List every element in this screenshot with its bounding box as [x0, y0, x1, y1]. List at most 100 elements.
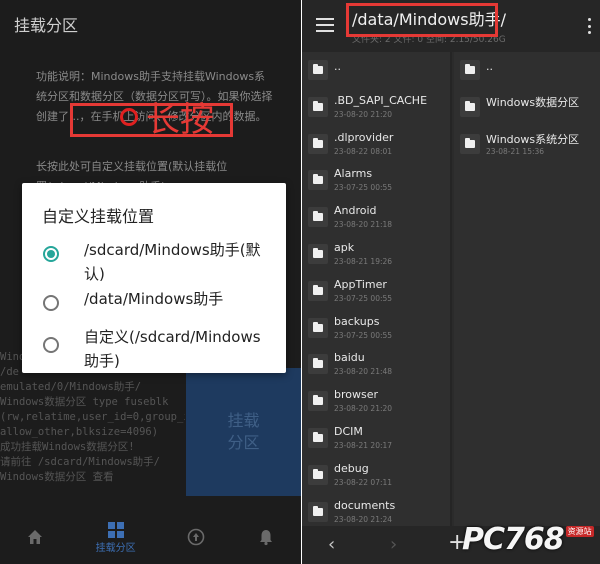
more-options-icon[interactable] [588, 18, 592, 34]
upload-icon [188, 528, 205, 546]
log-line: 成功挂载Windows数据分区! [0, 441, 135, 453]
item-date: 23-08-20 21:20 [334, 109, 393, 119]
page-title: 挂载分区 [14, 16, 79, 35]
folder-icon [308, 501, 328, 522]
list-item[interactable]: backups 23-07-25 00:55 [302, 310, 450, 347]
menu-icon[interactable] [316, 18, 334, 32]
mount-partition-button[interactable]: 挂载 分区 [186, 368, 301, 496]
item-date: 23-08-20 21:24 [334, 514, 393, 524]
mount-option-default[interactable]: /sdcard/Mindows助手(默认) [22, 238, 286, 288]
highlight-box [346, 3, 498, 37]
folder-icon [308, 317, 328, 338]
item-date: 23-07-25 00:55 [334, 183, 393, 193]
bottom-navigation: 挂载分区 [0, 510, 301, 564]
back-chevron-icon[interactable]: ‹ [328, 534, 335, 555]
mount-option-custom[interactable]: 自定义(/sdcard/Mindows助手) [22, 325, 286, 373]
folder-icon [308, 243, 328, 264]
forward-chevron-icon[interactable]: › [390, 534, 397, 555]
folder-icon [308, 391, 328, 412]
item-name: browser [334, 388, 379, 402]
folder-icon [308, 96, 328, 117]
item-date: 23-07-25 00:55 [334, 330, 393, 340]
folder-icon [308, 170, 328, 191]
folder-icon [308, 427, 328, 448]
radio-unchecked-icon[interactable] [43, 295, 59, 311]
item-date: 23-08-20 21:18 [334, 220, 393, 230]
folder-icon [308, 280, 328, 301]
list-item[interactable]: browser 23-08-20 21:20 [302, 383, 450, 420]
item-date: 23-08-22 07:11 [334, 477, 393, 487]
item-name: .. [334, 60, 341, 73]
folder-icon [460, 60, 480, 80]
item-date: 23-08-20 21:48 [334, 367, 393, 377]
list-item[interactable]: AppTimer 23-07-25 00:55 [302, 273, 450, 310]
item-name: backups [334, 314, 380, 328]
list-item[interactable]: Alarms 23-07-25 00:55 [302, 162, 450, 199]
folder-icon [308, 133, 328, 154]
dialog-title: 自定义挂载位置 [42, 207, 155, 226]
folder-icon [308, 354, 328, 375]
mount-button-line: 挂载 [227, 411, 260, 430]
mount-option-data[interactable]: /data/Mindows助手 [22, 287, 286, 323]
item-name: Android [334, 204, 377, 218]
nav-mount-partition[interactable]: 挂载分区 [96, 521, 136, 554]
nav-home[interactable] [26, 528, 44, 546]
item-date: 23-08-21 20:17 [334, 440, 393, 450]
item-name: .. [486, 60, 493, 73]
item-name: .BD_SAPI_CACHE [334, 93, 428, 107]
item-name: .dlprovider [334, 130, 394, 144]
item-name: documents [334, 498, 396, 512]
list-item[interactable]: documents 23-08-20 21:24 [302, 494, 450, 526]
log-line: Windows数据分区 type fuseblk [0, 396, 169, 408]
option-label: /data/Mindows助手 [84, 290, 224, 308]
home-icon [27, 530, 42, 544]
watermark-text: PC768 [462, 522, 565, 557]
folder-icon [308, 60, 328, 80]
item-date: 23-08-20 21:20 [334, 404, 393, 414]
list-item[interactable]: .BD_SAPI_CACHE 23-08-20 21:20 [302, 89, 450, 126]
item-name: apk [334, 240, 355, 254]
radio-checked-icon[interactable] [43, 246, 59, 262]
item-name: Windows系统分区 [486, 132, 580, 146]
folder-icon [460, 96, 480, 117]
log-line: Windows数据分区 查看 [0, 471, 114, 483]
option-label: 自定义(/sdcard/Mindows助手) [84, 328, 261, 370]
item-date: 23-08-22 08:01 [334, 146, 393, 156]
item-name: Alarms [334, 167, 373, 181]
item-name: DCIM [334, 424, 363, 438]
nav-notifications[interactable] [257, 528, 275, 546]
item-date: 23-08-21 15:36 [486, 146, 545, 156]
option-label: /sdcard/Mindows助手(默认) [84, 241, 261, 283]
highlight-box [70, 103, 233, 137]
list-item[interactable]: DCIM 23-08-21 20:17 [302, 420, 450, 457]
item-date: 23-07-25 00:55 [334, 293, 393, 303]
list-item[interactable]: .. [302, 52, 450, 89]
list-item[interactable]: debug 23-08-22 07:11 [302, 457, 450, 494]
item-name: AppTimer [334, 277, 387, 291]
bell-icon [260, 530, 273, 546]
file-list-left: .. .BD_SAPI_CACHE 23-08-20 21:20 .dlprovi… [302, 52, 452, 526]
list-item[interactable]: Android 23-08-20 21:18 [302, 199, 450, 236]
list-item[interactable]: Windows数据分区 [454, 89, 600, 126]
list-item[interactable]: apk 23-08-21 19:26 [302, 236, 450, 273]
list-item[interactable]: Windows系统分区 23-08-21 15:36 [454, 126, 600, 163]
log-line: allow_other,blksize=4096) [0, 426, 159, 438]
mount-button-line: 分区 [227, 433, 260, 452]
radio-unchecked-icon[interactable] [43, 337, 59, 353]
nav-upload[interactable] [187, 528, 205, 546]
file-list-right: .. Windows数据分区 Windows系统分区 23-08-21 15:36 [454, 52, 600, 526]
item-name: Windows数据分区 [486, 95, 580, 109]
nav-label: 挂载分区 [95, 542, 136, 554]
top-bar: /data/Mindows助手/ 文件夹: 2 文件: 0 空间: 2.15/5… [302, 0, 600, 52]
list-item[interactable]: baidu 23-08-20 21:48 [302, 346, 450, 383]
log-line: (rw,relatime,user_id=0,group_id=0, [0, 411, 185, 423]
folder-icon [460, 133, 480, 154]
file-manager-screen: /data/Mindows助手/ 文件夹: 2 文件: 0 空间: 2.15/5… [302, 0, 600, 564]
watermark-tag: 资源站 [565, 526, 594, 537]
log-line: emulated/0/Mindows助手/ [0, 381, 142, 393]
grid-icon [107, 521, 124, 538]
watermark-logo: PC768 资源站 [462, 522, 594, 557]
list-item[interactable]: .. [454, 52, 600, 89]
log-line: 请前往 /sdcard/Mindows助手/ [0, 456, 160, 468]
list-item[interactable]: .dlprovider 23-08-22 08:01 [302, 126, 450, 163]
